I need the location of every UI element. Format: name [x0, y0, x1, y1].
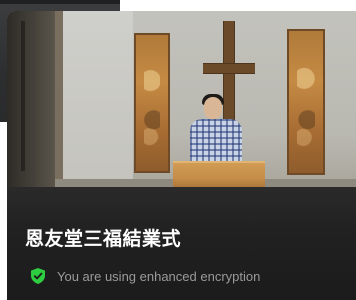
video-feed[interactable]	[7, 11, 356, 187]
call-title: 恩友堂三福結業式	[25, 228, 182, 250]
video-door	[7, 11, 55, 187]
video-cross-bar	[203, 63, 255, 74]
video-door-edge	[55, 11, 63, 187]
video-banner-right	[287, 29, 325, 175]
shield-check-icon	[31, 268, 45, 284]
video-person-body	[190, 119, 242, 163]
video-person-head	[204, 97, 222, 119]
screen: 恩友堂三福結業式 You are using enhanced encrypti…	[0, 0, 356, 300]
video-call-window[interactable]	[7, 11, 356, 300]
encryption-text: You are using enhanced encryption	[57, 268, 261, 284]
video-pulpit	[173, 161, 265, 187]
encryption-status: You are using enhanced encryption	[31, 268, 260, 284]
video-wall	[63, 11, 133, 187]
video-banner-left	[134, 33, 170, 173]
